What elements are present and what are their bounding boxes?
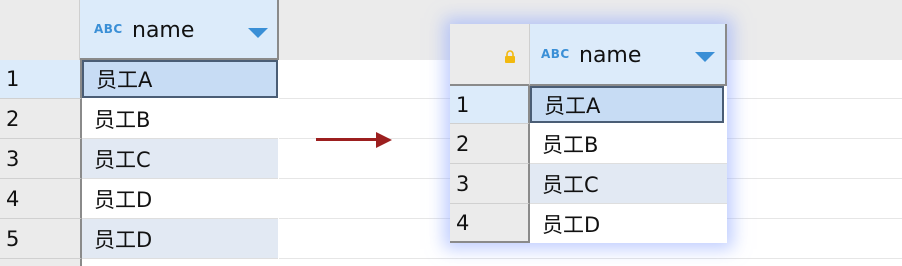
- table-cell[interactable]: 员工D: [530, 204, 727, 243]
- cell-value: 员工C: [94, 147, 151, 172]
- text-type-badge: ABC: [94, 22, 123, 36]
- cell-value: 员工D: [94, 227, 153, 252]
- row-header[interactable]: [0, 259, 82, 266]
- table-cell[interactable]: 员工B: [530, 124, 727, 164]
- chevron-down-icon[interactable]: [248, 28, 268, 38]
- text-type-badge: ABC: [541, 47, 570, 61]
- lock-icon: [505, 50, 515, 63]
- row-header[interactable]: 1: [450, 86, 530, 124]
- arrow-shaft: [316, 138, 378, 141]
- row-header[interactable]: 1: [0, 60, 82, 99]
- row-header[interactable]: 3: [450, 164, 530, 204]
- row-index: 4: [6, 186, 20, 211]
- row-divider: [279, 258, 902, 259]
- row-index: 2: [6, 106, 20, 131]
- row-header[interactable]: 4: [450, 204, 530, 243]
- row-header[interactable]: 4: [0, 179, 82, 219]
- row-index: 2: [456, 131, 470, 156]
- row-index: 1: [456, 92, 470, 117]
- column-header-label: name: [132, 18, 195, 43]
- column-header-label: name: [579, 43, 642, 68]
- cell-value: 员工D: [542, 212, 601, 237]
- row-index: 3: [456, 171, 470, 196]
- row-index: 1: [6, 67, 20, 91]
- table-cell[interactable]: 员工D: [82, 179, 278, 219]
- cell-value: 员工A: [544, 93, 601, 118]
- row-header[interactable]: 5: [0, 219, 82, 259]
- cell-value: 员工D: [94, 187, 153, 212]
- table-cell[interactable]: 员工C: [82, 139, 278, 179]
- row-header[interactable]: 2: [0, 99, 82, 139]
- row-index: 5: [6, 226, 20, 251]
- table-cell[interactable]: 员工D: [82, 219, 278, 259]
- row-index: 3: [6, 146, 20, 171]
- column-header-name[interactable]: ABC name: [80, 0, 279, 60]
- result-grid: ABC name 1 员工A 2 员工B 3 员工C 4 员工D: [450, 24, 727, 243]
- row-index: 4: [456, 210, 470, 235]
- cell-value: 员工B: [542, 132, 599, 157]
- chevron-down-icon[interactable]: [695, 52, 715, 62]
- arrow-head: [376, 132, 392, 148]
- cell-value: 员工C: [542, 172, 599, 197]
- cell-value: 员工B: [94, 107, 151, 132]
- table-cell[interactable]: 员工C: [530, 164, 727, 204]
- column-header-name[interactable]: ABC name: [530, 24, 727, 86]
- grid-corner[interactable]: [450, 24, 530, 86]
- row-header[interactable]: 2: [450, 124, 530, 164]
- cell-value: 员工A: [96, 68, 153, 92]
- row-header[interactable]: 3: [0, 139, 82, 179]
- table-cell[interactable]: 员工A: [82, 60, 278, 98]
- grid-corner[interactable]: [0, 0, 80, 60]
- table-cell[interactable]: 员工B: [82, 99, 278, 139]
- table-cell[interactable]: 员工A: [530, 86, 724, 123]
